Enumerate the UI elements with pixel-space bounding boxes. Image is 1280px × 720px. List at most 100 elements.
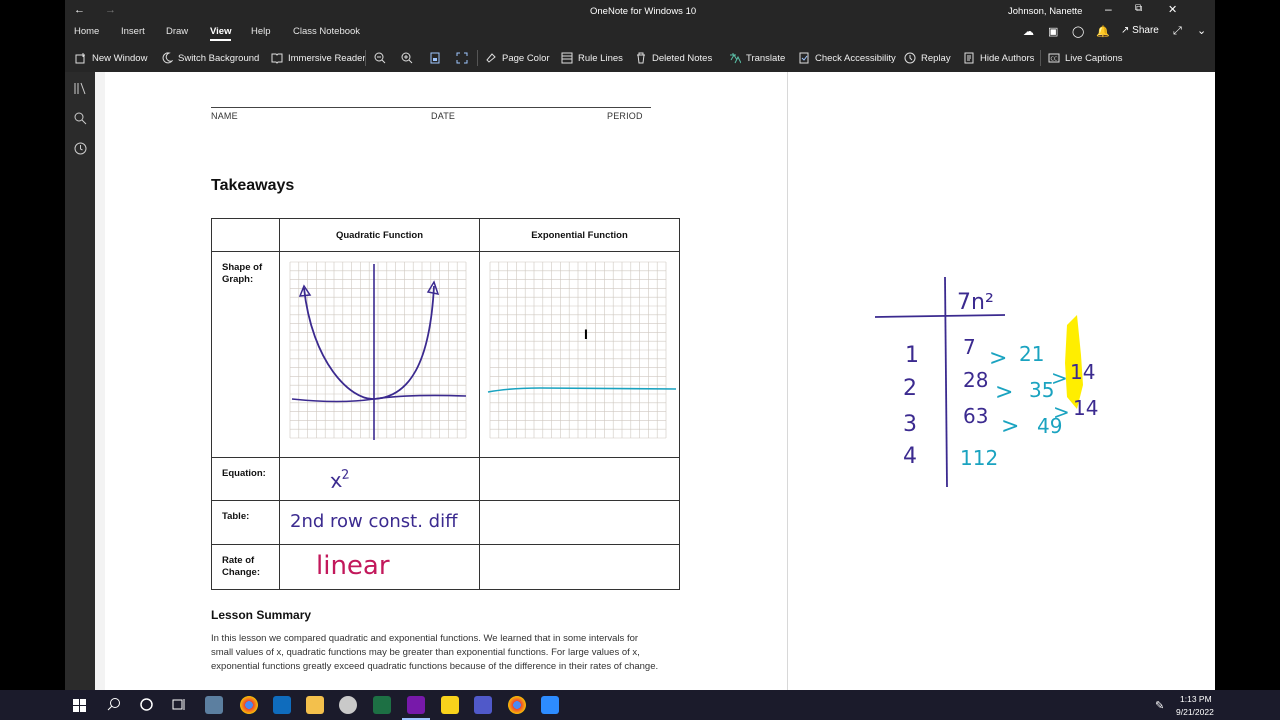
navigation-rail bbox=[65, 72, 95, 690]
hide-authors-label: Hide Authors bbox=[980, 52, 1035, 64]
exponential-graph-cell[interactable]: I bbox=[479, 251, 680, 458]
teams-app-icon[interactable] bbox=[474, 696, 492, 714]
exponential-table-cell[interactable] bbox=[479, 500, 680, 545]
hide-authors-icon bbox=[964, 52, 974, 64]
replay-label: Replay bbox=[921, 52, 951, 64]
quadratic-graph bbox=[289, 261, 467, 440]
zoom-in-icon bbox=[401, 52, 413, 64]
table-note-ink: 2nd row const. diff bbox=[290, 511, 458, 532]
sync-icon[interactable]: ☁ bbox=[1023, 25, 1034, 38]
back-icon[interactable]: ← bbox=[74, 4, 85, 16]
chrome-app-icon-2[interactable] bbox=[508, 696, 526, 714]
forward-icon[interactable]: → bbox=[105, 4, 116, 16]
fullscreen-icon[interactable]: ⤢ bbox=[1173, 25, 1182, 38]
title-bar: ← → OneNote for Windows 10 Johnson, Nane… bbox=[65, 0, 1215, 22]
share-icon: ↗ bbox=[1121, 25, 1130, 36]
notebooks-icon[interactable] bbox=[74, 82, 87, 95]
search-icon[interactable] bbox=[74, 112, 87, 125]
quadratic-equation-cell[interactable]: x2 bbox=[279, 457, 480, 501]
windows-start-icon[interactable] bbox=[73, 699, 86, 712]
taskbar: ✎ 1:13 PM 9/21/2022 bbox=[0, 690, 1280, 720]
rule-lines-button[interactable]: Rule Lines bbox=[561, 50, 623, 66]
replay-icon bbox=[904, 52, 916, 64]
cortana-icon[interactable] bbox=[139, 697, 154, 712]
exponential-graph bbox=[487, 261, 677, 439]
deleted-notes-button[interactable]: Deleted Notes bbox=[635, 50, 712, 66]
page-color-button[interactable]: Page Color bbox=[485, 50, 550, 66]
trash-icon bbox=[637, 52, 645, 64]
new-window-button[interactable]: New Window bbox=[75, 50, 147, 66]
exponential-equation-cell[interactable] bbox=[479, 457, 680, 501]
tab-draw[interactable]: Draw bbox=[166, 26, 188, 37]
share-button[interactable]: ↗ Share bbox=[1121, 25, 1159, 36]
onenote-app-icon[interactable] bbox=[407, 696, 425, 714]
check-accessibility-button[interactable]: Check Accessibility bbox=[798, 50, 896, 66]
translate-label: Translate bbox=[746, 52, 786, 64]
replay-button[interactable]: Replay bbox=[904, 50, 951, 66]
immersive-reader-button[interactable]: Immersive Reader bbox=[271, 50, 366, 66]
edge-app-icon[interactable] bbox=[339, 696, 357, 714]
ink-difference-table: 7n²123472863112> 21> 35> 49> 14> 14 bbox=[874, 276, 1098, 488]
sticky-notes-app-icon[interactable] bbox=[441, 696, 459, 714]
page-width-button[interactable] bbox=[429, 50, 441, 66]
new-window-label: New Window bbox=[92, 52, 148, 64]
restore-icon[interactable]: ⧉ bbox=[1135, 3, 1142, 14]
page-canvas[interactable]: NAME DATE PERIOD Takeaways Quadratic Fun… bbox=[95, 72, 1215, 690]
bell-icon[interactable]: 🔔 bbox=[1096, 25, 1110, 38]
zoom-app-icon[interactable] bbox=[541, 696, 559, 714]
tab-home[interactable]: Home bbox=[74, 26, 99, 37]
minimize-icon[interactable]: – bbox=[1105, 2, 1112, 16]
ink-value: 63 bbox=[963, 404, 988, 428]
ink-gt-mark: > bbox=[1051, 366, 1068, 390]
exponential-rate-cell[interactable] bbox=[479, 544, 680, 590]
tab-view[interactable]: View bbox=[210, 26, 232, 41]
user-name[interactable]: Johnson, Nanette bbox=[1008, 6, 1082, 17]
task-view-icon[interactable] bbox=[172, 697, 187, 712]
ink-second-difference: 14 bbox=[1070, 360, 1095, 384]
file-explorer-app-icon[interactable] bbox=[306, 696, 324, 714]
ink-second-difference: 14 bbox=[1073, 396, 1098, 420]
clock-date[interactable]: 9/21/2022 bbox=[1176, 707, 1214, 717]
search-taskbar-icon[interactable] bbox=[106, 697, 121, 712]
graph-grid bbox=[289, 261, 467, 439]
fit-page-button[interactable] bbox=[456, 50, 468, 66]
zoom-out-button[interactable] bbox=[374, 50, 386, 66]
tab-insert[interactable]: Insert bbox=[121, 26, 145, 37]
graph-grid bbox=[489, 261, 667, 439]
pen-menu-icon[interactable]: ✎ bbox=[1155, 699, 1164, 712]
quadratic-rate-cell[interactable]: linear bbox=[279, 544, 480, 590]
zoom-in-button[interactable] bbox=[401, 50, 413, 66]
immersive-reader-icon bbox=[271, 53, 283, 64]
ink-gt-mark: > bbox=[1001, 414, 1019, 439]
table-row-label: Table: bbox=[211, 500, 280, 545]
live-captions-button[interactable]: CC Live Captions bbox=[1048, 50, 1123, 66]
name-field-label: NAME bbox=[211, 111, 238, 121]
tab-class-notebook[interactable]: Class Notebook bbox=[293, 26, 360, 37]
outlook-app-icon[interactable] bbox=[273, 696, 291, 714]
tab-help[interactable]: Help bbox=[251, 26, 271, 37]
notebook-icon[interactable]: ▣ bbox=[1048, 25, 1058, 38]
more-icon[interactable]: ⌄ bbox=[1197, 24, 1206, 37]
quadratic-graph-cell[interactable] bbox=[279, 251, 480, 458]
clock-time[interactable]: 1:13 PM bbox=[1180, 694, 1212, 704]
ink-value: 112 bbox=[960, 446, 998, 470]
immersive-reader-label: Immersive Reader bbox=[288, 52, 366, 64]
hide-authors-button[interactable]: Hide Authors bbox=[963, 50, 1034, 66]
ink-gt-mark: > bbox=[995, 380, 1013, 405]
excel-app-icon[interactable] bbox=[373, 696, 391, 714]
switch-background-label: Switch Background bbox=[178, 52, 260, 64]
quadratic-table-cell[interactable]: 2nd row const. diff bbox=[279, 500, 480, 545]
chrome-app-icon[interactable] bbox=[240, 696, 258, 714]
calculator-app-icon[interactable] bbox=[205, 696, 223, 714]
recent-icon[interactable] bbox=[74, 142, 87, 155]
check-accessibility-label: Check Accessibility bbox=[815, 52, 896, 64]
takeaways-heading: Takeaways bbox=[211, 177, 295, 194]
ink-n-value: 1 bbox=[905, 343, 919, 368]
translate-button[interactable]: Translate bbox=[729, 50, 785, 66]
switch-background-button[interactable]: Switch Background bbox=[161, 50, 259, 66]
lightbulb-icon[interactable]: ◯ bbox=[1072, 25, 1084, 38]
translate-icon bbox=[730, 53, 741, 64]
rule-lines-label: Rule Lines bbox=[578, 52, 623, 64]
view-toolbar: New Window Switch Background Immersive R… bbox=[65, 44, 1215, 72]
close-icon[interactable]: ✕ bbox=[1168, 3, 1177, 16]
